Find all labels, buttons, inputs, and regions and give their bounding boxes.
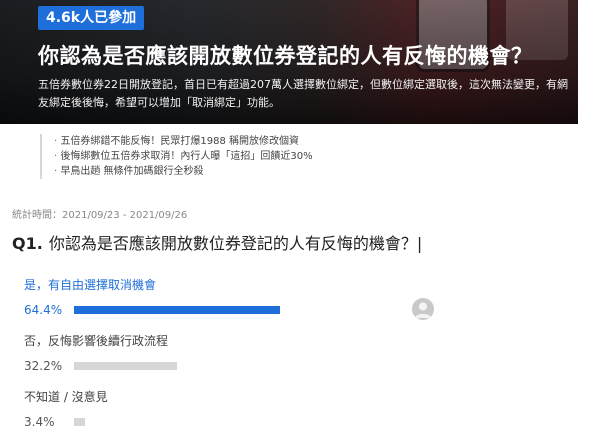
related-article-link[interactable]: 五倍券綁錯不能反悔！民眾打爆1988 稱開放修改個資 [54,134,313,149]
poll-option-no[interactable]: 否，反悔影響後續行政流程 32.2% [24,332,394,373]
option-result-bar [74,362,178,370]
question-heading: Q1. 你認為是否應該開放數位券登記的人有反悔的機會？| [12,230,422,254]
option-result-bar [74,418,85,426]
option-label: 不知道 / 沒意見 [24,390,108,404]
question-number: Q1. [12,234,43,253]
option-label: 是，有自由選擇取消機會 [24,278,157,292]
option-result-track [74,362,394,370]
option-result-track [74,306,394,314]
participants-badge: 4.6k人已參加 [38,6,145,30]
question-text: 你認為是否應該開放數位券登記的人有反悔的機會？| [48,234,423,253]
option-percent: 64.4% [24,303,63,317]
related-article-link[interactable]: 後悔綁數位五倍券求取消！內行人曝「這招」回饋近30% [54,149,312,164]
related-articles-list: 五倍券綁錯不能反悔！民眾打爆1988 稱開放修改個資 後悔綁數位五倍券求取消！內… [40,134,313,179]
poll-option-unsure[interactable]: 不知道 / 沒意見 3.4% [24,388,394,429]
poll-title: 你認為是否應該開放數位券登記的人有反悔的機會？ [38,44,533,68]
option-result-track [74,418,394,426]
poll-hero-banner: 4.6k人已參加 你認為是否應該開放數位券登記的人有反悔的機會？ 五倍券數位券2… [0,0,578,124]
related-article-link[interactable]: 早鳥出趟 無條件加碼銀行全秒殺 [54,164,313,179]
poll-description: 五倍券數位券22日開放登記，首日已有超過207萬人選擇數位綁定，但數位綁定選取後… [38,78,568,109]
poll-option-yes[interactable]: 是，有自由選擇取消機會 64.4% [24,276,394,317]
option-result-bar [74,306,281,314]
option-percent: 32.2% [24,359,63,373]
user-avatar-icon [412,298,434,320]
option-percent: 3.4% [24,415,55,429]
option-label: 否，反悔影響後續行政流程 [24,334,169,348]
survey-period: 統計時間：2021/09/23 - 2021/09/26 [12,210,188,221]
